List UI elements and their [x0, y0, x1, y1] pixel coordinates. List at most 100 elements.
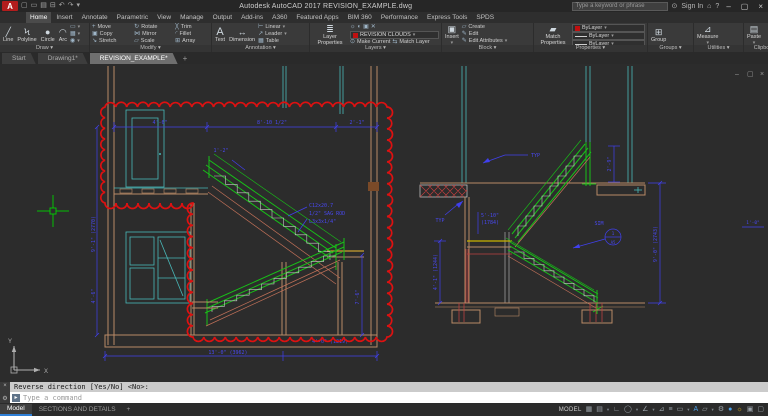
hardware-accel-icon[interactable]: ▣	[747, 404, 754, 415]
lineweight-dropdown[interactable]: ByLayer▾	[572, 32, 645, 40]
command-line-grip[interactable]: × ⚙	[0, 382, 10, 403]
tab-insert[interactable]: Insert	[52, 12, 76, 23]
drawing-canvas[interactable]: 4'-6" 8'-10 1/2" 2'-1" 9'-1" (2770) 4'-6…	[0, 64, 768, 382]
chevron-down-icon[interactable]: ▾	[687, 407, 689, 413]
annotation-monitor-icon[interactable]: ☼	[736, 404, 742, 415]
tab-bim-360[interactable]: BIM 360	[344, 12, 376, 23]
command-customize-icon[interactable]: ⚙	[2, 395, 7, 402]
polar-tracking-icon[interactable]: ◯	[624, 404, 632, 415]
layer-lock-icon[interactable]: ▣	[363, 24, 369, 31]
layer-freeze-icon[interactable]: ◐	[358, 24, 362, 31]
chevron-down-icon[interactable]: ▾	[652, 407, 654, 413]
new-icon[interactable]: ▢	[21, 1, 28, 11]
app-menu-button[interactable]: A	[2, 1, 18, 11]
polyline-button[interactable]: Ϟ Polyline	[16, 24, 37, 45]
a360-icon[interactable]: ⌂	[707, 3, 711, 10]
layer-dropdown[interactable]: REVISION CLOUDS ▾	[350, 31, 439, 39]
restore-button[interactable]: ▢	[738, 2, 752, 11]
line-button[interactable]: ╱ Line	[2, 24, 14, 45]
open-icon[interactable]: ▭	[31, 1, 38, 11]
panel-label-groups[interactable]: Groups ▾	[648, 45, 693, 52]
new-drawing-button[interactable]: +	[180, 54, 191, 64]
recent-commands-icon[interactable]: ▸	[12, 394, 20, 402]
array-button[interactable]: ⊞Array	[175, 38, 209, 45]
panel-label-draw[interactable]: Draw ▾	[0, 45, 89, 52]
save-icon[interactable]: ▤	[40, 1, 47, 11]
doc-close-icon[interactable]: ×	[760, 71, 764, 78]
tab-home[interactable]: Home	[26, 12, 51, 23]
chevron-down-icon[interactable]: ▾	[636, 407, 638, 413]
tab-add-ins[interactable]: Add-ins	[237, 12, 267, 23]
color-dropdown[interactable]: ByLayer▾	[572, 24, 645, 32]
isometric-drafting-icon[interactable]: ∠	[642, 404, 648, 415]
text-button[interactable]: A Text	[214, 24, 226, 45]
edit-attributes-button[interactable]: ✎Edit Attributes▾	[462, 38, 507, 45]
doc-restore-icon[interactable]: ▢	[747, 71, 754, 78]
tab-manage[interactable]: Manage	[176, 12, 208, 23]
rectangle-tool-button[interactable]: ▭▾	[70, 24, 80, 31]
dimension-button[interactable]: ↔ Dimension	[228, 24, 256, 45]
circle-button[interactable]: ● Circle	[40, 24, 56, 45]
layer-isolate-icon[interactable]: ✕	[371, 24, 376, 31]
clean-screen-icon[interactable]: ▢	[757, 404, 764, 415]
tab-annotate[interactable]: Annotate	[78, 12, 112, 23]
panel-label-block[interactable]: Block ▾	[442, 45, 533, 52]
doc-minimize-icon[interactable]: –	[735, 71, 739, 78]
panel-label-annotation[interactable]: Annotation ▾	[212, 45, 309, 52]
layer-properties-button[interactable]: ≣ Layer Properties	[312, 24, 348, 45]
object-snap-tracking-icon[interactable]: ⊿	[659, 404, 665, 415]
search-icon[interactable]: ⊙	[672, 2, 678, 10]
chevron-down-icon[interactable]: ▾	[712, 407, 714, 413]
plot-icon[interactable]: ⊟	[50, 1, 56, 11]
ortho-icon[interactable]: ∟	[613, 404, 620, 415]
sign-in-button[interactable]: Sign In	[681, 3, 703, 10]
command-input[interactable]: ▸ Type a command	[10, 392, 768, 403]
table-button[interactable]: ▦Table	[258, 38, 287, 45]
tab-spds[interactable]: SPDS	[472, 12, 498, 23]
tab-parametric[interactable]: Parametric	[113, 12, 152, 23]
undo-icon[interactable]: ↶	[59, 1, 65, 11]
tab-output[interactable]: Output	[209, 12, 237, 23]
layer-on-icon[interactable]: ☼	[350, 24, 356, 31]
tab-featured-apps[interactable]: Featured Apps	[292, 12, 342, 23]
tab-view[interactable]: View	[153, 12, 175, 23]
panel-label-utilities[interactable]: Utilities ▾	[694, 45, 743, 52]
tab-model[interactable]: Model	[0, 404, 32, 416]
minimize-button[interactable]: –	[723, 2, 733, 11]
search-input[interactable]: Type a keyword or phrase	[572, 2, 668, 11]
edit-block-button[interactable]: ✎Edit	[462, 31, 507, 38]
measure-button[interactable]: ⊿ Measure▾	[696, 24, 719, 45]
lineweight-display-icon[interactable]: ≡	[669, 404, 673, 415]
insert-button[interactable]: ▣ Insert▾	[444, 24, 460, 45]
scale-button[interactable]: ▱Scale	[134, 38, 171, 45]
hatch-tool-button[interactable]: ▦▾	[70, 31, 80, 38]
tab-a360[interactable]: A360	[268, 12, 291, 23]
revision-cloud[interactable]	[101, 102, 393, 341]
file-tab-start[interactable]: Start	[2, 53, 36, 64]
tab-sections-and-details[interactable]: SECTIONS AND DETAILS	[32, 405, 123, 415]
paste-button[interactable]: ▤ Paste▾	[746, 24, 762, 45]
copy-button[interactable]: ▣Copy	[92, 31, 130, 38]
workspace-icon[interactable]: ⚙	[718, 404, 724, 415]
model-space-label[interactable]: MODEL	[559, 407, 582, 413]
file-tab-drawing1[interactable]: Drawing1*	[38, 53, 88, 64]
chevron-down-icon[interactable]: ▾	[607, 407, 609, 413]
grid-icon[interactable]: ▦	[586, 404, 593, 415]
rotate-button[interactable]: ↻Rotate	[134, 24, 171, 31]
group-button[interactable]: ⊞ Group	[650, 24, 667, 45]
new-layout-button[interactable]: +	[123, 406, 135, 413]
trim-button[interactable]: ╳Trim	[175, 24, 209, 31]
mirror-button[interactable]: ⋈Mirror	[134, 31, 171, 38]
create-block-button[interactable]: ▱Create	[462, 24, 507, 31]
move-button[interactable]: +Move	[92, 24, 130, 31]
panel-label-layers[interactable]: Layers ▾	[310, 45, 441, 52]
file-tab-revision-example[interactable]: REVISION_EXAMPLE*	[90, 53, 178, 64]
close-button[interactable]: ×	[755, 2, 766, 11]
leader-button[interactable]: ↗Leader▾	[258, 31, 287, 38]
match-properties-button[interactable]: ▰ Match Properties	[536, 24, 570, 45]
tab-performance[interactable]: Performance	[377, 12, 422, 23]
panel-label-modify[interactable]: Modify ▾	[90, 45, 211, 52]
help-icon[interactable]: ?	[715, 3, 719, 10]
object-snap-icon[interactable]: ▭	[677, 404, 684, 415]
stretch-button[interactable]: ↘Stretch	[92, 38, 130, 45]
